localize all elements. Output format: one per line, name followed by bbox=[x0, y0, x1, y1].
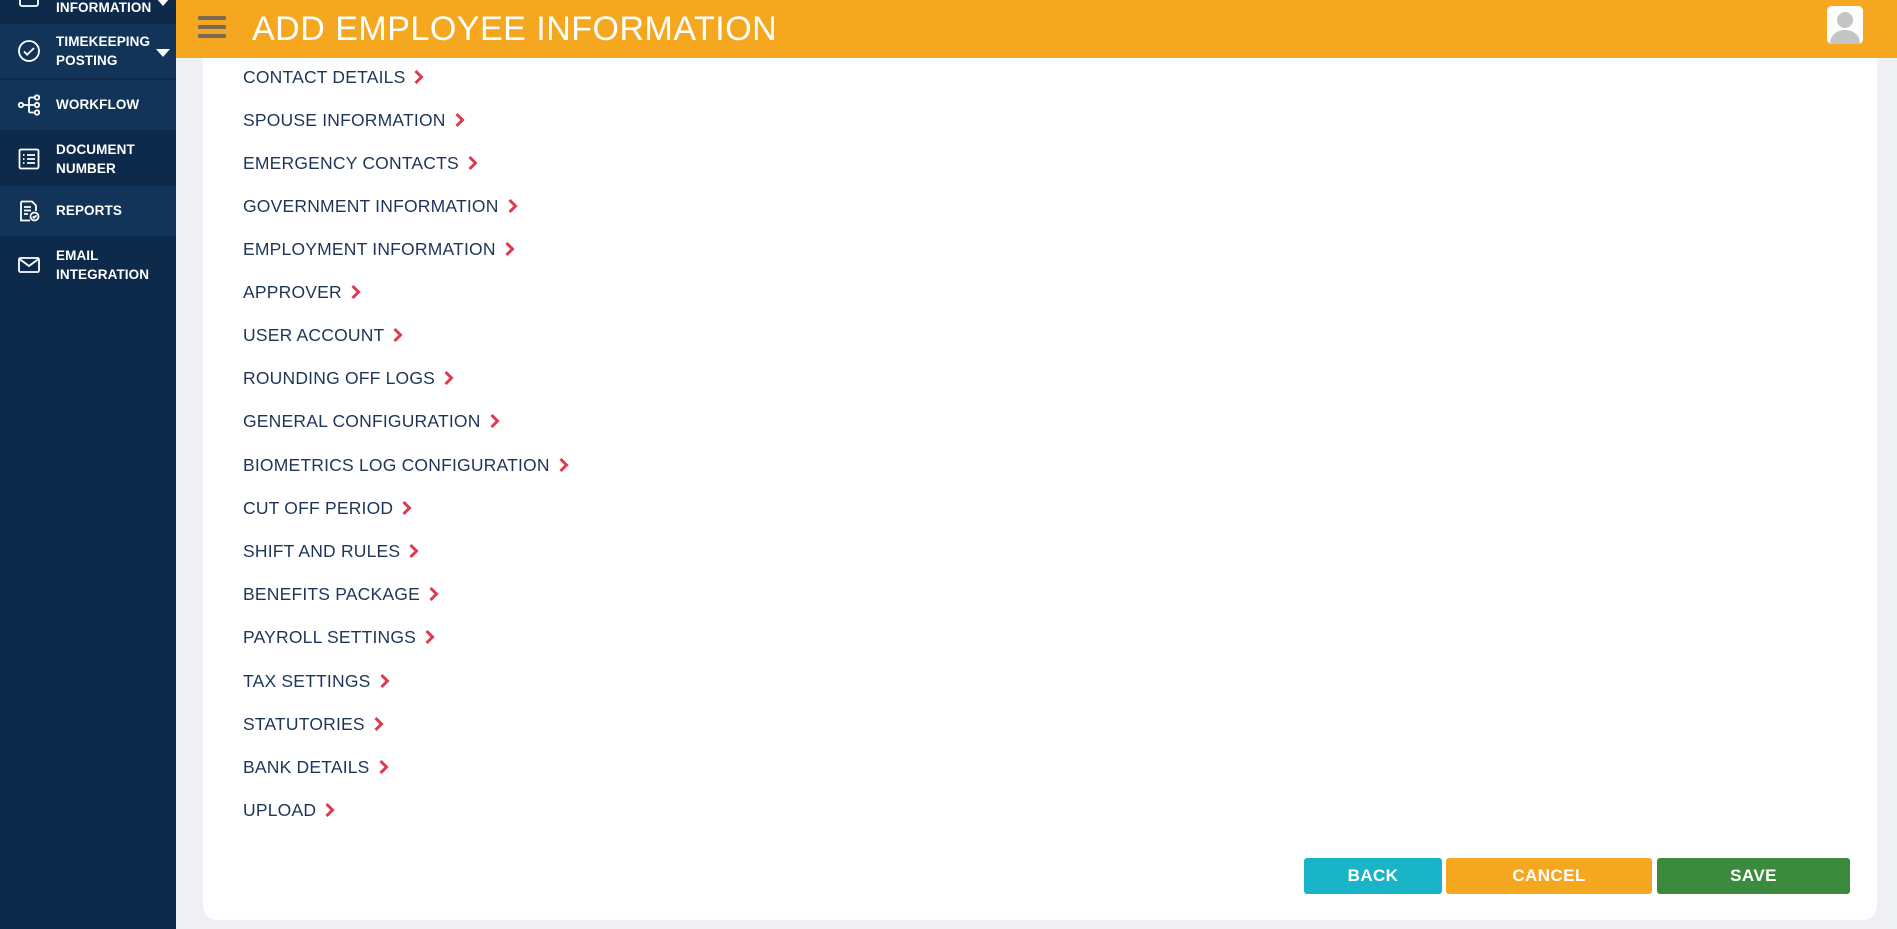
section-label: SHIFT AND RULES bbox=[243, 540, 401, 561]
section-spouse-information[interactable]: SPOUSE INFORMATION bbox=[243, 109, 466, 131]
chevron-right-icon bbox=[379, 759, 389, 775]
report-icon bbox=[16, 198, 42, 224]
check-circle-icon bbox=[16, 38, 42, 64]
section-biometrics-log-configuration[interactable]: BIOMETRICS LOG CONFIGURATION bbox=[243, 454, 570, 476]
chevron-right-icon bbox=[468, 155, 478, 171]
sidebar-item-workflow[interactable]: WORKFLOW bbox=[0, 80, 176, 130]
scrollbar-track[interactable] bbox=[1877, 58, 1897, 929]
section-payroll-settings[interactable]: PAYROLL SETTINGS bbox=[243, 626, 436, 648]
section-general-configuration[interactable]: GENERAL CONFIGURATION bbox=[243, 410, 501, 432]
section-label: EMPLOYMENT INFORMATION bbox=[243, 238, 496, 259]
chevron-right-icon bbox=[429, 586, 439, 602]
user-icon bbox=[1827, 6, 1863, 44]
section-label: PAYROLL SETTINGS bbox=[243, 626, 417, 647]
workflow-icon bbox=[16, 92, 42, 118]
section-label: GENERAL CONFIGURATION bbox=[243, 410, 481, 431]
section-label: UPLOAD bbox=[243, 799, 317, 820]
section-upload[interactable]: UPLOAD bbox=[243, 799, 336, 821]
section-label: CONTACT DETAILS bbox=[243, 66, 406, 87]
menu-icon[interactable] bbox=[198, 16, 226, 40]
section-label: TAX SETTINGS bbox=[243, 670, 371, 691]
section-emergency-contacts[interactable]: EMERGENCY CONTACTS bbox=[243, 152, 479, 174]
section-label: ROUNDING OFF LOGS bbox=[243, 367, 436, 388]
section-user-account[interactable]: USER ACCOUNT bbox=[243, 324, 404, 346]
chevron-down-icon[interactable] bbox=[156, 49, 170, 57]
section-label: STATUTORIES bbox=[243, 713, 365, 734]
section-cut-off-period[interactable]: CUT OFF PERIOD bbox=[243, 497, 413, 519]
chevron-right-icon bbox=[374, 716, 384, 732]
sidebar-item-timekeeping-posting[interactable]: TIMEKEEPING POSTING bbox=[0, 24, 176, 78]
chevron-right-icon bbox=[455, 112, 465, 128]
mail-icon bbox=[16, 252, 42, 278]
chevron-right-icon bbox=[414, 69, 425, 85]
page-title: ADD EMPLOYEE INFORMATION bbox=[252, 10, 778, 48]
section-approver[interactable]: APPROVER bbox=[243, 281, 362, 303]
chevron-right-icon bbox=[325, 802, 335, 818]
section-government-information[interactable]: GOVERNMENT INFORMATION bbox=[243, 195, 519, 217]
chevron-right-icon bbox=[393, 327, 404, 343]
sidebar-item-information[interactable]: INFORMATION bbox=[0, 0, 176, 15]
list-icon bbox=[16, 146, 42, 172]
section-label: SPOUSE INFORMATION bbox=[243, 109, 446, 130]
chevron-right-icon bbox=[444, 370, 454, 386]
save-button[interactable]: SAVE bbox=[1657, 858, 1850, 894]
sidebar-item-label: WORKFLOW bbox=[56, 97, 140, 112]
document-icon bbox=[16, 0, 42, 10]
sidebar-item-label: EMAIL INTEGRATION bbox=[56, 248, 150, 282]
section-label: EMERGENCY CONTACTS bbox=[243, 152, 459, 173]
section-bank-details[interactable]: BANK DETAILS bbox=[243, 756, 390, 778]
section-label: GOVERNMENT INFORMATION bbox=[243, 195, 499, 216]
sidebar-item-label: TIMEKEEPING POSTING bbox=[56, 34, 151, 68]
section-benefits-package[interactable]: BENEFITS PACKAGE bbox=[243, 583, 440, 605]
chevron-right-icon bbox=[409, 543, 419, 559]
section-employment-information[interactable]: EMPLOYMENT INFORMATION bbox=[243, 238, 516, 260]
top-header: ADD EMPLOYEE INFORMATION bbox=[176, 0, 1897, 58]
avatar[interactable] bbox=[1827, 6, 1863, 44]
chevron-right-icon bbox=[505, 241, 515, 257]
section-rounding-off-logs[interactable]: ROUNDING OFF LOGS bbox=[243, 367, 455, 389]
back-button[interactable]: BACK bbox=[1304, 858, 1442, 894]
chevron-right-icon bbox=[425, 629, 435, 645]
section-label: CUT OFF PERIOD bbox=[243, 497, 394, 518]
sidebar: INFORMATION TIMEKEEPING POSTING WORKFLOW… bbox=[0, 0, 176, 929]
section-tax-settings[interactable]: TAX SETTINGS bbox=[243, 670, 391, 692]
section-label: USER ACCOUNT bbox=[243, 324, 385, 345]
chevron-right-icon bbox=[379, 673, 390, 689]
sidebar-item-reports[interactable]: REPORTS bbox=[0, 186, 176, 236]
section-shift-and-rules[interactable]: SHIFT AND RULES bbox=[243, 540, 420, 562]
employee-form-card: CONTACT DETAILS SPOUSE INFORMATION EMERG… bbox=[203, 58, 1877, 920]
section-label: APPROVER bbox=[243, 281, 342, 302]
section-label: BANK DETAILS bbox=[243, 756, 370, 777]
chevron-right-icon bbox=[508, 198, 518, 214]
section-statutories[interactable]: STATUTORIES bbox=[243, 713, 385, 735]
chevron-right-icon bbox=[490, 413, 500, 429]
chevron-down-icon[interactable] bbox=[156, 0, 170, 6]
sidebar-item-label: INFORMATION bbox=[56, 0, 152, 15]
section-label: BENEFITS PACKAGE bbox=[243, 583, 420, 604]
section-label: BIOMETRICS LOG CONFIGURATION bbox=[243, 454, 550, 475]
chevron-right-icon bbox=[351, 284, 361, 300]
sidebar-item-document-number[interactable]: DOCUMENT NUMBER bbox=[0, 132, 176, 186]
section-contact-details[interactable]: CONTACT DETAILS bbox=[243, 66, 425, 88]
sidebar-item-label: REPORTS bbox=[56, 203, 122, 218]
cancel-button[interactable]: CANCEL bbox=[1446, 858, 1652, 894]
chevron-right-icon bbox=[559, 457, 569, 473]
chevron-right-icon bbox=[402, 500, 412, 516]
sidebar-item-email-integration[interactable]: EMAIL INTEGRATION bbox=[0, 238, 176, 292]
sidebar-item-label: DOCUMENT NUMBER bbox=[56, 142, 135, 176]
